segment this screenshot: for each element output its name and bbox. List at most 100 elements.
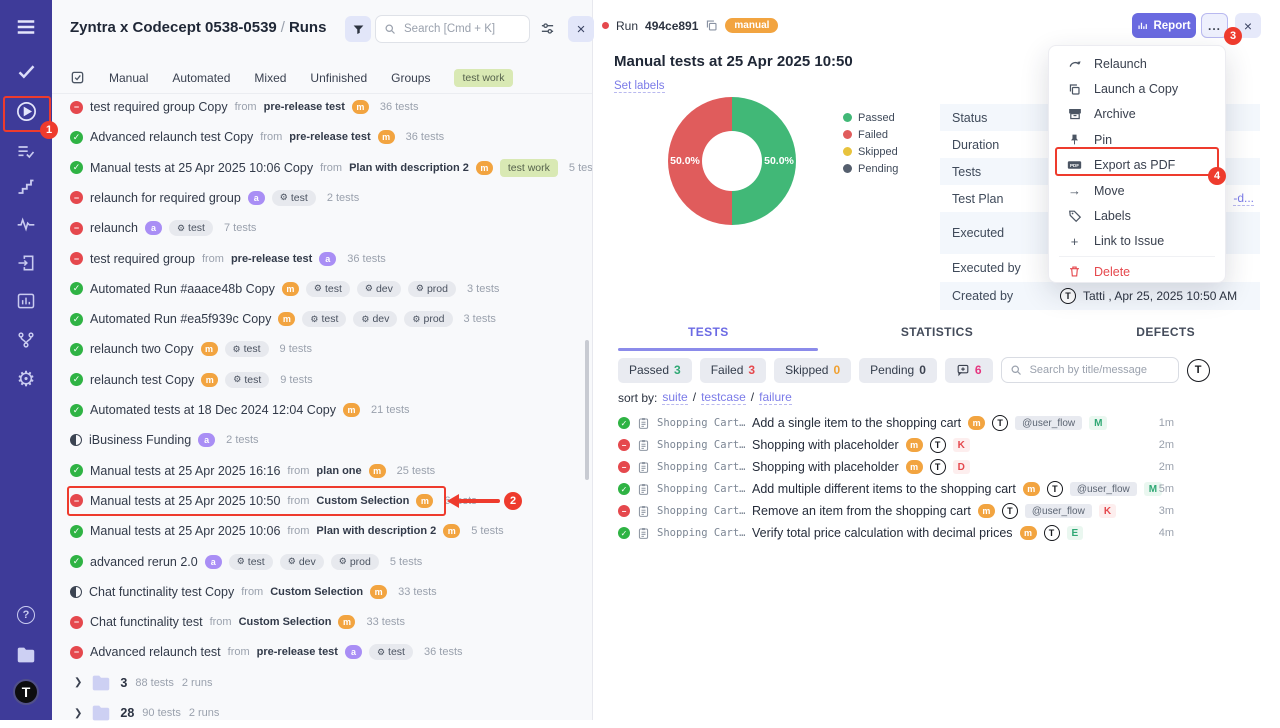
run-folder-row[interactable]: ❯388 tests2 runs: [52, 668, 592, 698]
sidebar-item-steps[interactable]: [0, 174, 52, 202]
chevron-right-icon[interactable]: ❯: [74, 708, 82, 719]
run-list-item[interactable]: −Chat functinality testfromCustom Select…: [52, 607, 592, 637]
sidebar-item-branch[interactable]: [0, 326, 52, 354]
sidebar-item-sign-in[interactable]: [0, 249, 52, 277]
test-result-row[interactable]: −Shopping Cart…Remove an item from the s…: [618, 500, 1258, 522]
run-list-item[interactable]: ✓Automated Run #aaace48b Copym⚙test⚙dev⚙…: [52, 274, 592, 304]
env-chip-label: dev: [372, 313, 389, 325]
test-result-row[interactable]: ✓Shopping Cart…Add a single item to the …: [618, 412, 1258, 434]
sidebar-item-pulse[interactable]: [0, 210, 52, 238]
tab-tests[interactable]: TESTS: [594, 325, 823, 350]
scrollbar-thumb[interactable]: [585, 340, 589, 480]
comment-count: 6: [975, 363, 982, 377]
sidebar-item-menu[interactable]: [0, 13, 52, 41]
set-labels-link[interactable]: Set labels: [614, 80, 665, 93]
run-list-item[interactable]: ✓relaunch two Copym⚙test9 tests: [52, 334, 592, 364]
chip-failed[interactable]: Failed3: [700, 358, 766, 383]
run-list-item[interactable]: −relauncha⚙test7 tests: [52, 213, 592, 243]
run-list-item[interactable]: ✓Manual tests at 25 Apr 2025 10:06fromPl…: [52, 516, 592, 546]
sidebar-item-folder[interactable]: [0, 641, 52, 669]
test-title[interactable]: Add multiple different items to the shop…: [752, 482, 1016, 496]
chart-legend: PassedFailedSkippedPending: [843, 109, 898, 177]
run-status-failed-icon: −: [70, 222, 83, 235]
menu-item-pin[interactable]: Pin: [1049, 127, 1225, 152]
sidebar-item-check[interactable]: [0, 57, 52, 85]
run-list-item[interactable]: −Manual tests at 25 Apr 2025 10:50fromCu…: [52, 486, 592, 516]
run-list-item[interactable]: −relaunch for required groupa⚙test2 test…: [52, 183, 592, 213]
menu-item-launch-a-copy[interactable]: Launch a Copy: [1049, 76, 1225, 101]
close-detail-button[interactable]: ×: [1235, 13, 1261, 38]
run-plan-name: Plan with description 2: [316, 525, 436, 537]
sort-option-suite[interactable]: suite: [662, 390, 687, 405]
tests-search-input[interactable]: [1028, 363, 1170, 377]
run-list-item[interactable]: ✓Manual tests at 25 Apr 2025 16:16frompl…: [52, 456, 592, 486]
runs-search-input[interactable]: [402, 22, 521, 36]
close-runs-panel-button[interactable]: ×: [568, 16, 594, 42]
chevron-right-icon[interactable]: ❯: [74, 677, 82, 688]
run-list-item[interactable]: ✓Manual tests at 25 Apr 2025 10:06 Copyf…: [52, 153, 592, 183]
run-list-item[interactable]: ✓advanced rerun 2.0a⚙test⚙dev⚙prod5 test…: [52, 547, 592, 577]
test-title[interactable]: Remove an item from the shopping cart: [752, 504, 971, 518]
test-title[interactable]: Shopping with placeholder: [752, 460, 899, 474]
tab-statistics[interactable]: STATISTICS: [823, 325, 1052, 350]
sort-option-testcase[interactable]: testcase: [701, 390, 746, 405]
run-list-item[interactable]: ✓Advanced relaunch test Copyfrompre-rele…: [52, 122, 592, 152]
menu-item-labels[interactable]: Labels: [1049, 203, 1225, 228]
select-all-icon[interactable]: [70, 70, 85, 85]
test-result-row[interactable]: ✓Shopping Cart…Add multiple different it…: [618, 478, 1258, 500]
filter-tab-groups[interactable]: Groups: [391, 71, 430, 85]
test-title[interactable]: Verify total price calculation with deci…: [752, 526, 1013, 540]
run-list-item[interactable]: −test required group Copyfrompre-release…: [52, 92, 592, 122]
filter-tab-unfinished[interactable]: Unfinished: [310, 71, 367, 85]
sidebar-item-help[interactable]: ?: [0, 601, 52, 629]
tests-search[interactable]: [1001, 357, 1179, 383]
sidebar-item-gear[interactable]: ⚙: [0, 365, 52, 393]
sliders-icon[interactable]: [540, 21, 555, 36]
reporter-avatar[interactable]: T: [1187, 359, 1210, 382]
menu-item-archive[interactable]: Archive: [1049, 102, 1225, 127]
chip-pending[interactable]: Pending0: [859, 358, 937, 383]
test-plan-link[interactable]: -d...: [1233, 191, 1254, 206]
run-list-item[interactable]: ✓Automated Run #ea5f939c Copym⚙test⚙dev⚙…: [52, 304, 592, 334]
menu-item-export-as-pdf[interactable]: PDFExport as PDF: [1049, 153, 1225, 178]
run-list-item[interactable]: −Advanced relaunch testfrompre-release t…: [52, 637, 592, 667]
run-list-item[interactable]: iBusiness Fundinga2 tests: [52, 425, 592, 455]
tab-defects[interactable]: DEFECTS: [1051, 325, 1280, 350]
chip-passed[interactable]: Passed3: [618, 358, 692, 383]
test-result-row[interactable]: − Shopping Cart… Shopping with placeholder…: [618, 456, 1258, 478]
run-list-item[interactable]: ✓Automated tests at 18 Dec 2024 12:04 Co…: [52, 395, 592, 425]
chip-comments[interactable]: 6: [945, 358, 993, 383]
test-status-failed-icon: −: [618, 461, 630, 473]
test-title[interactable]: Add a single item to the shopping cart: [752, 416, 961, 430]
menu-item-delete[interactable]: Delete: [1049, 259, 1225, 284]
run-list-item[interactable]: ✓relaunch test Copym⚙test9 tests: [52, 365, 592, 395]
sidebar-item-play-circle[interactable]: [0, 97, 52, 125]
filter-tab-manual[interactable]: Manual: [109, 71, 148, 85]
test-result-row[interactable]: −Shopping Cart…Shopping with placeholder…: [618, 434, 1258, 456]
copy-id-icon[interactable]: [705, 19, 718, 32]
test-title[interactable]: Shopping with placeholder: [752, 438, 899, 452]
run-title: Automated Run #aaace48b Copy: [90, 282, 275, 296]
avatar: T: [1060, 288, 1076, 304]
sidebar-item-list-check[interactable]: [0, 138, 52, 166]
run-list-item[interactable]: −test required groupfrompre-release test…: [52, 244, 592, 274]
runs-search[interactable]: [375, 15, 530, 43]
menu-item-relaunch[interactable]: Relaunch: [1049, 51, 1225, 76]
filter-label-chip[interactable]: test work: [454, 69, 512, 87]
sort-option-failure[interactable]: failure: [759, 390, 792, 405]
run-folder-row[interactable]: ❯2890 tests2 runs: [52, 698, 592, 728]
sidebar-item-user-avatar[interactable]: T: [0, 678, 52, 706]
report-button[interactable]: Report: [1132, 13, 1196, 38]
more-actions-button[interactable]: ...: [1201, 13, 1228, 38]
test-suite-name: Shopping Cart…: [657, 461, 745, 473]
sidebar-item-bar-chart[interactable]: [0, 287, 52, 315]
menu-item-move[interactable]: →Move: [1049, 178, 1225, 203]
run-list-item[interactable]: Chat functinality test CopyfromCustom Se…: [52, 577, 592, 607]
env-chip: ⚙test: [272, 190, 316, 206]
filter-tab-automated[interactable]: Automated: [172, 71, 230, 85]
filter-tab-mixed[interactable]: Mixed: [254, 71, 286, 85]
filter-button[interactable]: [345, 16, 371, 42]
chip-skipped[interactable]: Skipped0: [774, 358, 851, 383]
test-result-row[interactable]: ✓Shopping Cart…Verify total price calcul…: [618, 522, 1258, 544]
menu-item-link-to-issue[interactable]: +Link to Issue: [1049, 229, 1225, 254]
